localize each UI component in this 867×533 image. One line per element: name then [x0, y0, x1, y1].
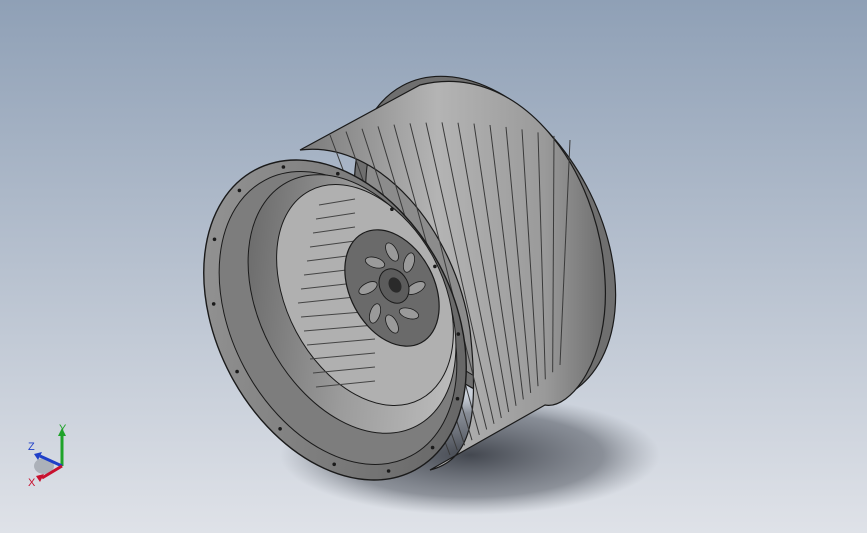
bolt-hole	[456, 332, 461, 336]
bolt-hole	[212, 237, 217, 242]
bolt-hole	[332, 462, 337, 467]
triad-y-label: Y	[59, 423, 67, 435]
graphics-viewport[interactable]: Y Z X	[0, 0, 867, 533]
bolt-hole	[235, 369, 239, 374]
bolt-hole	[336, 171, 340, 176]
coordinate-triad: Y Z X	[28, 423, 67, 489]
triad-z-label: Z	[28, 441, 35, 453]
fan-wheel-model[interactable]	[0, 0, 867, 533]
bolt-hole	[281, 165, 286, 169]
bolt-hole	[211, 302, 216, 306]
triad-x-label: X	[28, 477, 36, 489]
bolt-hole	[455, 396, 460, 401]
bolt-hole	[390, 207, 394, 211]
bolt-hole	[237, 188, 242, 193]
bolt-hole	[433, 264, 437, 269]
bolt-hole	[430, 445, 435, 450]
bolt-hole	[386, 469, 391, 473]
bolt-hole	[278, 427, 282, 431]
